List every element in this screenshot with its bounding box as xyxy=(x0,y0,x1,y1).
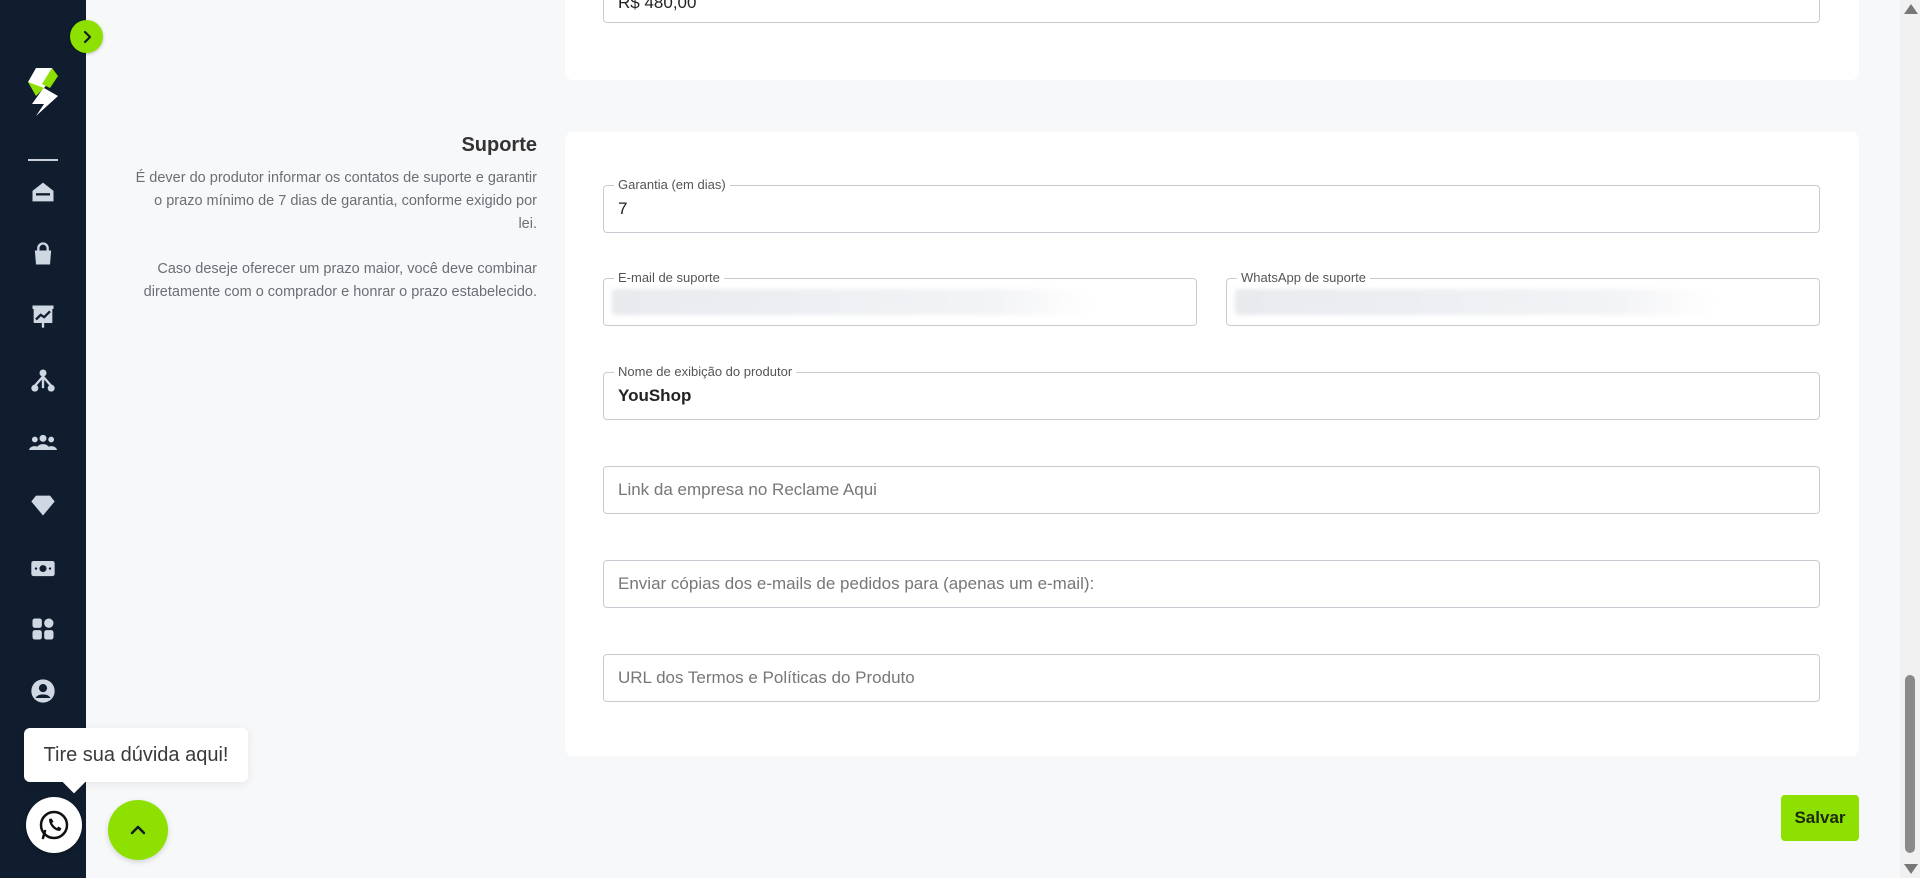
support-whatsapp-field[interactable]: WhatsApp de suporte xyxy=(1226,270,1820,326)
scrollbar-thumb[interactable] xyxy=(1905,675,1915,853)
network-icon xyxy=(31,369,55,392)
order-email-copies-placeholder: Enviar cópias dos e-mails de pedidos par… xyxy=(618,574,1095,593)
order-email-copies-input[interactable]: Enviar cópias dos e-mails de pedidos par… xyxy=(603,560,1820,608)
sidebar-item-apps[interactable] xyxy=(23,609,63,649)
support-card: Garantia (em dias) 7 E-mail de suporte W… xyxy=(565,132,1859,756)
presentation-chart-icon xyxy=(32,305,54,328)
warranty-days-field[interactable]: Garantia (em dias) 7 xyxy=(603,177,1820,233)
shopping-bag-icon xyxy=(34,242,52,265)
sidebar-toggle-button[interactable] xyxy=(70,20,103,53)
help-bubble-text: Tire sua dúvida aqui! xyxy=(43,743,229,766)
scroll-up-arrow-icon[interactable] xyxy=(1904,4,1918,14)
support-description-p1: É dever do produtor informar os contatos… xyxy=(135,170,537,232)
scroll-to-top-button[interactable] xyxy=(108,800,168,860)
home-icon xyxy=(32,182,54,202)
terms-url-input[interactable]: URL dos Termos e Políticas do Produto xyxy=(603,654,1820,702)
sidebar-item-dashboard[interactable] xyxy=(23,296,63,336)
warranty-days-label: Garantia (em dias) xyxy=(614,177,730,193)
save-button[interactable]: Salvar xyxy=(1781,795,1859,841)
support-email-redacted xyxy=(612,289,1092,315)
diamond-icon xyxy=(31,495,55,516)
users-icon xyxy=(29,434,57,450)
support-whatsapp-label: WhatsApp de suporte xyxy=(1237,270,1371,286)
support-section-title: Suporte xyxy=(461,134,537,156)
support-email-field[interactable]: E-mail de suporte xyxy=(603,270,1197,326)
chevron-up-icon xyxy=(130,825,146,835)
brand-logo-icon[interactable] xyxy=(22,66,64,118)
sidebar-divider xyxy=(28,159,58,161)
whatsapp-icon xyxy=(39,810,69,840)
support-description-p2: Caso deseje oferecer um prazo maior, voc… xyxy=(143,261,537,300)
apps-grid-icon xyxy=(32,618,54,640)
help-bubble[interactable]: Tire sua dúvida aqui! xyxy=(24,728,248,782)
price-card: R$ 480,00 xyxy=(565,0,1859,80)
money-icon xyxy=(31,561,55,577)
producer-display-name-value: YouShop xyxy=(618,386,692,405)
whatsapp-button[interactable] xyxy=(26,797,82,853)
page-scrollbar[interactable] xyxy=(1900,0,1920,878)
support-whatsapp-redacted xyxy=(1235,289,1715,315)
support-email-label: E-mail de suporte xyxy=(614,270,724,286)
sidebar-item-affiliates[interactable] xyxy=(23,360,63,400)
reclame-aqui-placeholder: Link da empresa no Reclame Aqui xyxy=(618,480,877,499)
chevron-right-icon xyxy=(83,30,91,43)
reclame-aqui-link-input[interactable]: Link da empresa no Reclame Aqui xyxy=(603,466,1820,514)
user-circle-icon xyxy=(31,679,55,703)
sidebar-item-club[interactable] xyxy=(23,485,63,525)
price-value: R$ 480,00 xyxy=(618,0,697,12)
sidebar-item-account[interactable] xyxy=(23,671,63,711)
producer-display-name-field[interactable]: Nome de exibição do produtor YouShop xyxy=(603,364,1820,420)
price-field[interactable]: R$ 480,00 xyxy=(603,0,1820,23)
sidebar-item-finance[interactable] xyxy=(23,548,63,588)
sidebar-item-customers[interactable] xyxy=(23,423,63,463)
terms-url-placeholder: URL dos Termos e Políticas do Produto xyxy=(618,668,915,687)
sidebar-item-products[interactable] xyxy=(23,234,63,274)
warranty-days-value: 7 xyxy=(618,199,628,218)
scroll-down-arrow-icon[interactable] xyxy=(1904,864,1918,874)
sidebar-item-home[interactable] xyxy=(23,172,63,212)
